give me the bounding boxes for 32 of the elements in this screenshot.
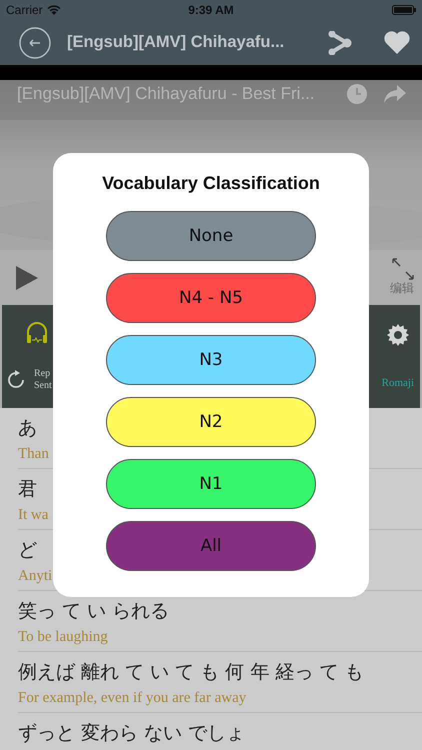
refresh-icon[interactable] xyxy=(6,370,26,390)
lyric-translation: Anyti xyxy=(18,567,52,586)
nav-title: [Engsub][AMV] Chihayafu... xyxy=(67,33,286,52)
lyric-japanese: 君 xyxy=(18,477,37,501)
lyric-translation: For example, even if you are far away xyxy=(18,689,246,708)
expand-icon[interactable] xyxy=(392,258,414,280)
lyric-japanese: ど xyxy=(18,538,37,562)
back-button[interactable] xyxy=(19,26,51,58)
share-icon[interactable] xyxy=(328,30,354,54)
level-option-button[interactable]: N1 xyxy=(106,459,316,509)
battery-icon xyxy=(392,5,416,15)
lyric-translation: Than xyxy=(18,445,49,464)
player-text: 编辑 xyxy=(390,280,414,297)
level-option-button[interactable]: None xyxy=(106,211,316,261)
lyric-japanese: 笑っ て い られる xyxy=(18,599,170,623)
lyric-japanese: 例えば 離れ て い て も 何 年 経っ て も xyxy=(18,660,364,684)
lyric-japanese: ずっと 変わら ない でしょ xyxy=(18,721,246,745)
lyric-japanese: あ xyxy=(18,416,37,440)
headphones-icon[interactable] xyxy=(26,320,48,345)
wifi-icon xyxy=(46,5,61,15)
carrier-label: Carrier xyxy=(6,3,43,17)
dialog-title: Vocabulary Classification xyxy=(102,173,320,194)
level-option-button[interactable]: N4 - N5 xyxy=(106,273,316,323)
lyric-translation: It wa xyxy=(18,506,48,525)
play-button[interactable] xyxy=(16,266,38,290)
gear-icon[interactable] xyxy=(386,324,409,346)
heart-icon[interactable] xyxy=(384,31,410,54)
romaji-toggle[interactable]: Romaji xyxy=(382,376,414,389)
level-option-button[interactable]: N2 xyxy=(106,397,316,447)
lyric-translation: To be laughing xyxy=(18,628,108,647)
level-option-button[interactable]: N3 xyxy=(106,335,316,385)
status-time: 9:39 AM xyxy=(188,3,234,17)
